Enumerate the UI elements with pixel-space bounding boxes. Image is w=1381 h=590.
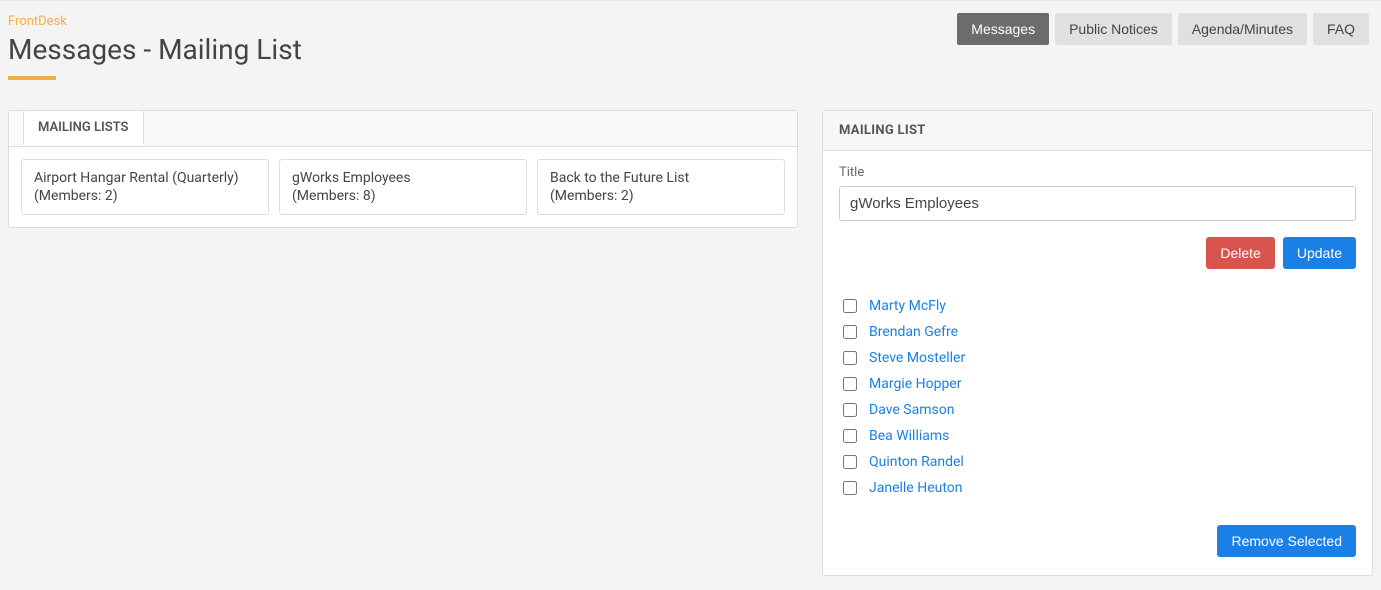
member-link[interactable]: Brendan Gefre	[869, 324, 958, 340]
member-item: Marty McFly	[843, 293, 1356, 319]
member-checkbox[interactable]	[843, 481, 857, 495]
tab-messages[interactable]: Messages	[957, 13, 1049, 45]
detail-header: MAILING LIST	[823, 111, 1372, 151]
tab-public-notices[interactable]: Public Notices	[1055, 13, 1172, 45]
page-title: Messages - Mailing List	[8, 33, 302, 66]
member-list: Marty McFly Brendan Gefre Steve Mosteller M…	[839, 293, 1356, 501]
update-button[interactable]: Update	[1283, 237, 1356, 269]
mailing-list-detail-panel: MAILING LIST Title Delete Update Marty M…	[822, 110, 1373, 576]
member-link[interactable]: Bea Williams	[869, 428, 949, 444]
member-item: Dave Samson	[843, 397, 1356, 423]
member-item: Janelle Heuton	[843, 475, 1356, 501]
remove-selected-button[interactable]: Remove Selected	[1217, 525, 1356, 557]
mailing-list-card[interactable]: Back to the Future List (Members: 2)	[537, 159, 785, 215]
mailing-list-card[interactable]: Airport Hangar Rental (Quarterly) (Member…	[21, 159, 269, 215]
brand-link[interactable]: FrontDesk	[8, 14, 67, 29]
list-card-name: Back to the Future List	[550, 170, 772, 186]
member-link[interactable]: Margie Hopper	[869, 376, 961, 392]
mailing-list-card[interactable]: gWorks Employees (Members: 8)	[279, 159, 527, 215]
member-checkbox[interactable]	[843, 351, 857, 365]
member-checkbox[interactable]	[843, 325, 857, 339]
nav-tabs: Messages Public Notices Agenda/Minutes F…	[957, 13, 1369, 45]
title-input[interactable]	[839, 186, 1356, 221]
member-link[interactable]: Janelle Heuton	[869, 480, 963, 496]
mailing-lists-panel: MAILING LISTS Airport Hangar Rental (Qua…	[8, 110, 798, 228]
list-card-members: (Members: 8)	[292, 188, 514, 204]
list-card-name: Airport Hangar Rental (Quarterly)	[34, 170, 256, 186]
list-card-members: (Members: 2)	[34, 188, 256, 204]
member-checkbox[interactable]	[843, 299, 857, 313]
member-item: Margie Hopper	[843, 371, 1356, 397]
list-card-members: (Members: 2)	[550, 188, 772, 204]
member-link[interactable]: Quinton Randel	[869, 454, 964, 470]
member-checkbox[interactable]	[843, 377, 857, 391]
tab-agenda-minutes[interactable]: Agenda/Minutes	[1178, 13, 1307, 45]
member-checkbox[interactable]	[843, 403, 857, 417]
mailing-lists-tab[interactable]: MAILING LISTS	[23, 110, 144, 145]
title-underline	[8, 76, 56, 80]
list-card-name: gWorks Employees	[292, 170, 514, 186]
member-checkbox[interactable]	[843, 429, 857, 443]
tab-faq[interactable]: FAQ	[1313, 13, 1369, 45]
member-checkbox[interactable]	[843, 455, 857, 469]
title-label: Title	[839, 165, 1356, 180]
member-link[interactable]: Steve Mosteller	[869, 350, 965, 366]
member-link[interactable]: Dave Samson	[869, 402, 954, 418]
member-link[interactable]: Marty McFly	[869, 298, 946, 314]
member-item: Bea Williams	[843, 423, 1356, 449]
delete-button[interactable]: Delete	[1206, 237, 1274, 269]
member-item: Brendan Gefre	[843, 319, 1356, 345]
member-item: Steve Mosteller	[843, 345, 1356, 371]
member-item: Quinton Randel	[843, 449, 1356, 475]
